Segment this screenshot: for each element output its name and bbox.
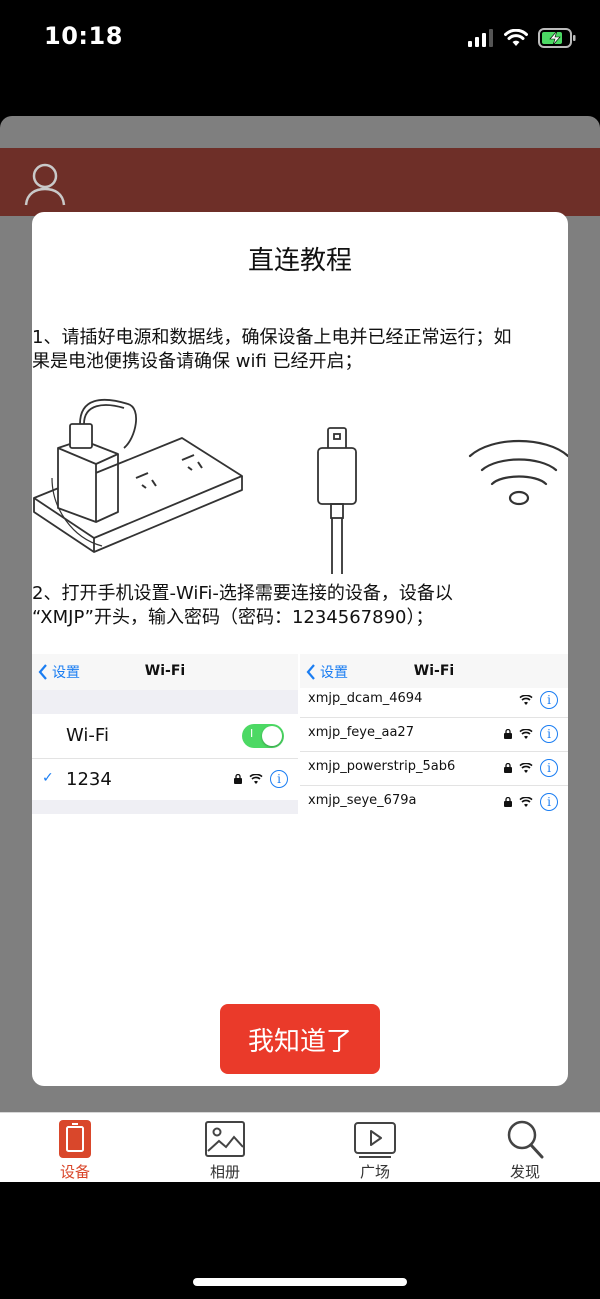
- wifi-settings-screenshot: 设置 Wi-Fi Wi-Fi I ✓ 1234 i: [32, 654, 298, 814]
- network-status-icons: i: [234, 770, 288, 788]
- lock-icon: [504, 763, 512, 773]
- wifi-list-title: Wi-Fi: [413, 663, 455, 679]
- wifi-strength-icon: [519, 762, 533, 773]
- step-1-line-2: 果是电池便携设备请确保 wifi 已经开启；: [32, 351, 363, 372]
- cellular-signal-icon: [468, 29, 493, 47]
- wifi-strength-icon: [519, 694, 533, 705]
- album-icon: [205, 1121, 245, 1157]
- wifi-network-list-screenshot: 设置 Wi-Fi xmjp_dcam_4694 i xmjp_feye_aa27…: [300, 654, 568, 814]
- device-icon: [59, 1120, 91, 1158]
- network-row: xmjp_dcam_4694 i: [300, 684, 568, 718]
- connected-network-row: ✓ 1234 i: [32, 758, 298, 800]
- toggle-mark: I: [250, 727, 254, 740]
- status-bar: 10:18: [0, 0, 600, 72]
- wifi-signal-illustration: [468, 440, 568, 506]
- wifi-strength-icon: [519, 796, 533, 807]
- search-icon: [507, 1120, 544, 1159]
- network-row: xmjp_seye_679a i: [300, 786, 568, 820]
- wifi-strength-icon: [519, 728, 533, 739]
- network-name: xmjp_dcam_4694: [308, 691, 423, 706]
- power-strip-illustration: [33, 398, 243, 553]
- network-status-icons: i: [504, 725, 558, 743]
- got-it-button[interactable]: 我知道了: [220, 1004, 380, 1074]
- wifi-list-nav-bar: 设置 Wi-Fi: [300, 654, 568, 688]
- bottom-tab-bar: 设备 相册 广场 发现: [0, 1112, 600, 1182]
- step-2-text: 2、打开手机设置-WiFi-选择需要连接的设备，设备以 “XMJP”开头，输入密…: [32, 582, 568, 630]
- status-icons: [468, 26, 576, 50]
- info-icon: i: [540, 759, 558, 777]
- step-1-text: 1、请插好电源和数据线，确保设备上电并已经正常运行；如 果是电池便携设备请确保 …: [32, 326, 568, 374]
- tab-discover[interactable]: 发现: [450, 1113, 600, 1182]
- network-name: xmjp_powerstrip_5ab6: [308, 759, 456, 774]
- home-indicator[interactable]: [193, 1278, 407, 1286]
- tab-discover-label: 发现: [509, 1163, 540, 1181]
- step-1-line-1: 1、请插好电源和数据线，确保设备上电并已经正常运行；如: [32, 327, 512, 348]
- info-icon: i: [540, 691, 558, 709]
- tab-device[interactable]: 设备: [0, 1113, 150, 1182]
- tab-plaza-label: 广场: [359, 1163, 390, 1181]
- lock-icon: [234, 774, 242, 784]
- tab-album[interactable]: 相册: [150, 1113, 300, 1182]
- network-status-icons: i: [504, 759, 558, 777]
- wifi-signal-icon: [504, 29, 528, 46]
- tutorial-dialog: 直连教程 1、请插好电源和数据线，确保设备上电并已经正常运行；如 果是电池便携设…: [32, 212, 568, 1086]
- tab-plaza[interactable]: 广场: [300, 1113, 450, 1182]
- user-avatar-icon[interactable]: [24, 162, 66, 206]
- step-2-line-1: 2、打开手机设置-WiFi-选择需要连接的设备，设备以: [32, 583, 453, 604]
- setup-illustration: [33, 398, 568, 574]
- usb-cable-illustration: [317, 427, 357, 574]
- wifi-nav-title: Wi-Fi: [144, 663, 186, 679]
- network-status-icons: i: [504, 793, 558, 811]
- network-row: xmjp_feye_aa27 i: [300, 718, 568, 752]
- tab-album-label: 相册: [209, 1163, 240, 1181]
- info-icon: i: [270, 770, 288, 788]
- network-name: xmjp_seye_679a: [308, 793, 417, 808]
- toggle-knob: [262, 726, 282, 746]
- info-icon: i: [540, 725, 558, 743]
- status-time: 10:18: [44, 22, 123, 50]
- wifi-nav-bar: 设置 Wi-Fi: [32, 654, 298, 690]
- network-status-icons: i: [519, 691, 558, 709]
- wifi-strength-icon: [249, 773, 263, 784]
- step-2-line-2: “XMJP”开头，输入密码（密码：1234567890）；: [32, 607, 434, 628]
- video-play-icon: [354, 1122, 396, 1158]
- lock-icon: [504, 797, 512, 807]
- checkmark-icon: ✓: [42, 770, 54, 786]
- wifi-toggle-row: Wi-Fi I: [32, 714, 298, 758]
- app-header: [0, 148, 600, 216]
- wifi-toggle: I: [242, 724, 284, 748]
- wifi-toggle-label: Wi-Fi: [66, 725, 109, 746]
- info-icon: i: [540, 793, 558, 811]
- lock-icon: [504, 729, 512, 739]
- tab-device-label: 设备: [59, 1163, 90, 1181]
- battery-charging-icon: [538, 28, 576, 48]
- network-row: xmjp_powerstrip_5ab6 i: [300, 752, 568, 786]
- network-name: xmjp_feye_aa27: [308, 725, 414, 740]
- dialog-title: 直连教程: [247, 246, 352, 276]
- connected-network-name: 1234: [66, 769, 112, 790]
